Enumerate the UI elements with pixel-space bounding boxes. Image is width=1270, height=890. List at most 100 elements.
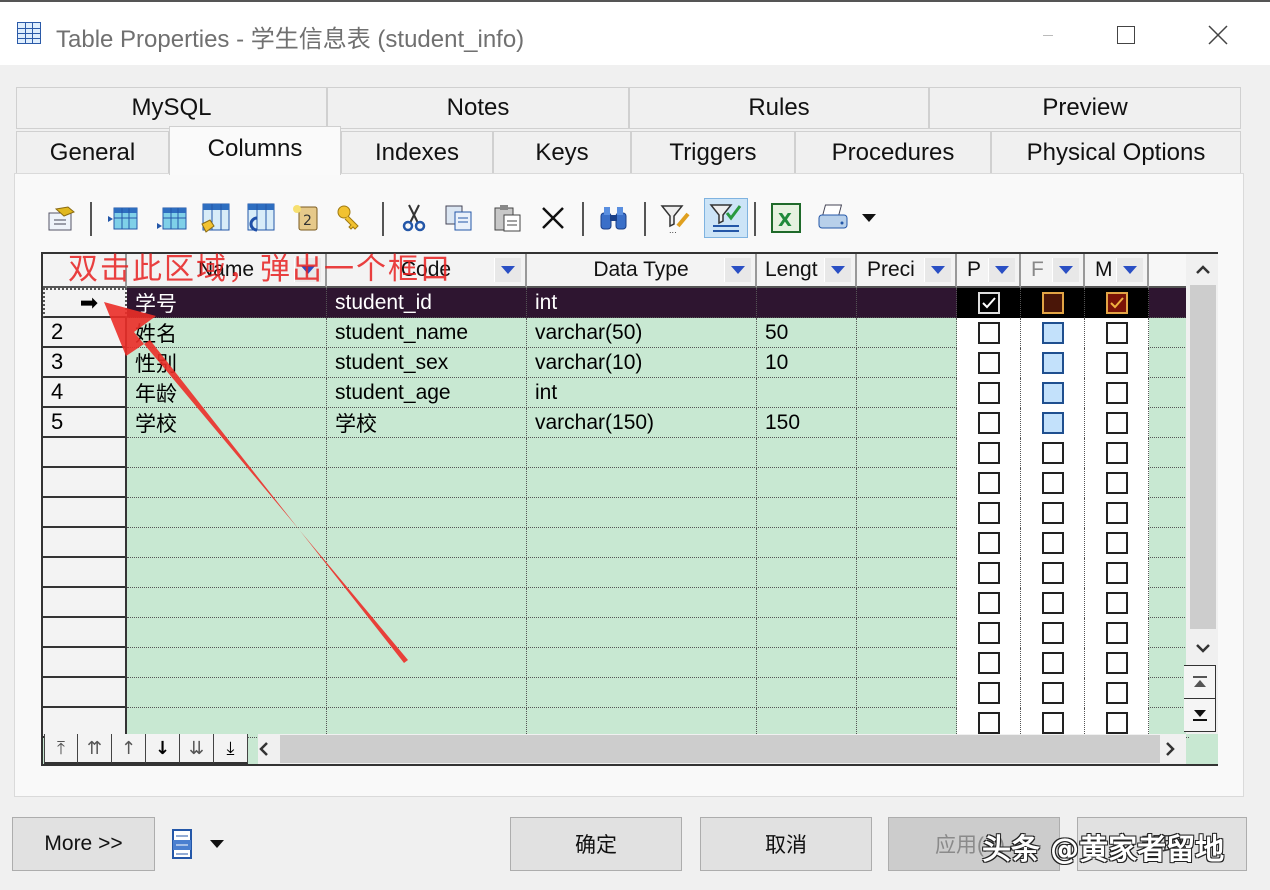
tab-notes[interactable]: Notes bbox=[327, 87, 629, 129]
tab-general[interactable]: General bbox=[16, 131, 169, 175]
checkbox-f[interactable] bbox=[1041, 682, 1064, 704]
cell-code[interactable] bbox=[327, 438, 527, 468]
maximize-button[interactable] bbox=[1103, 12, 1149, 58]
checkbox-f[interactable] bbox=[1041, 472, 1064, 494]
cell-length[interactable]: 150 bbox=[757, 408, 857, 438]
checkbox-f[interactable] bbox=[1041, 352, 1064, 374]
chevron-down-icon[interactable] bbox=[988, 258, 1015, 282]
row-header[interactable] bbox=[43, 438, 127, 468]
checkbox-m[interactable] bbox=[1105, 322, 1128, 344]
empty-table-row[interactable] bbox=[127, 558, 1189, 588]
add-columns-button[interactable] bbox=[200, 200, 232, 236]
filter-apply-button[interactable] bbox=[704, 198, 748, 238]
tab-physical-options[interactable]: Physical Options bbox=[991, 131, 1241, 175]
table-row[interactable]: 学号 student_id int bbox=[127, 288, 1189, 318]
cell-precision[interactable] bbox=[857, 528, 957, 558]
toolbar-dropdown[interactable] bbox=[857, 200, 881, 236]
cell-precision[interactable] bbox=[857, 378, 957, 408]
cell-length[interactable]: 10 bbox=[757, 348, 857, 378]
empty-table-row[interactable] bbox=[127, 588, 1189, 618]
cell-precision[interactable] bbox=[857, 678, 957, 708]
find-button[interactable] bbox=[598, 200, 630, 236]
cell-name[interactable] bbox=[127, 558, 327, 588]
checkbox-f[interactable] bbox=[1041, 502, 1064, 524]
paste-button[interactable] bbox=[492, 200, 524, 236]
cell-type[interactable] bbox=[527, 558, 757, 588]
insert-row-button[interactable] bbox=[107, 200, 139, 236]
column-header-foreign[interactable]: F bbox=[1021, 254, 1085, 288]
column-header-primary[interactable]: P bbox=[957, 254, 1021, 288]
cell-name[interactable]: 年龄 bbox=[127, 378, 327, 408]
checkbox-p[interactable] bbox=[977, 562, 1000, 584]
checkbox-m[interactable] bbox=[1105, 412, 1128, 434]
move-bottom-button[interactable]: ⤓ bbox=[214, 734, 248, 764]
row-header[interactable]: ➡ bbox=[43, 288, 127, 318]
row-header[interactable] bbox=[43, 588, 127, 618]
checkbox-m[interactable] bbox=[1105, 532, 1128, 554]
column-header-data-type[interactable]: Data Type bbox=[527, 254, 757, 288]
row-header[interactable] bbox=[43, 618, 127, 648]
cell-code[interactable] bbox=[327, 528, 527, 558]
checkbox-p[interactable] bbox=[977, 352, 1000, 374]
cell-length[interactable]: 50 bbox=[757, 318, 857, 348]
scroll-bottom-button[interactable] bbox=[1184, 698, 1216, 732]
checkbox-p[interactable] bbox=[977, 682, 1000, 704]
chevron-down-icon[interactable] bbox=[724, 258, 751, 282]
cell-length[interactable] bbox=[757, 528, 857, 558]
checkbox-f[interactable] bbox=[1041, 622, 1064, 644]
cut-button[interactable] bbox=[398, 200, 430, 236]
cell-precision[interactable] bbox=[857, 648, 957, 678]
checkbox-f[interactable] bbox=[1041, 562, 1064, 584]
cell-length[interactable] bbox=[757, 588, 857, 618]
copy-button[interactable] bbox=[443, 200, 475, 236]
cell-code[interactable] bbox=[327, 498, 527, 528]
cell-name[interactable]: 姓名 bbox=[127, 318, 327, 348]
move-page-down-button[interactable]: ⇊ bbox=[180, 734, 214, 764]
empty-table-row[interactable] bbox=[127, 528, 1189, 558]
checkbox-f[interactable] bbox=[1041, 292, 1064, 314]
row-header[interactable] bbox=[43, 468, 127, 498]
cell-type[interactable] bbox=[527, 618, 757, 648]
checkbox-p[interactable] bbox=[977, 622, 1000, 644]
cell-type[interactable]: int bbox=[527, 378, 757, 408]
cell-name[interactable] bbox=[127, 588, 327, 618]
column-header-code[interactable]: Code bbox=[327, 254, 527, 288]
empty-table-row[interactable] bbox=[127, 618, 1189, 648]
tab-procedures[interactable]: Procedures bbox=[795, 131, 991, 175]
cell-type[interactable]: varchar(10) bbox=[527, 348, 757, 378]
add-domain-button[interactable]: 2 bbox=[290, 200, 322, 236]
column-header-precision[interactable]: Preci bbox=[857, 254, 957, 288]
cell-code[interactable]: student_sex bbox=[327, 348, 527, 378]
row-header[interactable] bbox=[43, 678, 127, 708]
cell-precision[interactable] bbox=[857, 588, 957, 618]
checkbox-m[interactable] bbox=[1105, 622, 1128, 644]
checkbox-p[interactable] bbox=[977, 592, 1000, 614]
cell-precision[interactable] bbox=[857, 408, 957, 438]
checkbox-f[interactable] bbox=[1041, 322, 1064, 344]
column-header-mandatory[interactable]: M bbox=[1085, 254, 1149, 288]
empty-table-row[interactable] bbox=[127, 648, 1189, 678]
chevron-down-icon[interactable] bbox=[924, 258, 951, 282]
cell-precision[interactable] bbox=[857, 498, 957, 528]
checkbox-p[interactable] bbox=[977, 532, 1000, 554]
table-row[interactable]: 学校 学校 varchar(150) 150 bbox=[127, 408, 1189, 438]
cancel-button[interactable]: 取消 bbox=[700, 817, 872, 871]
cell-length[interactable] bbox=[757, 288, 857, 318]
cell-name[interactable] bbox=[127, 468, 327, 498]
cell-name[interactable]: 学号 bbox=[127, 288, 327, 318]
row-header[interactable] bbox=[43, 648, 127, 678]
tab-columns[interactable]: Columns bbox=[169, 126, 341, 175]
empty-table-row[interactable] bbox=[127, 678, 1189, 708]
checkbox-m[interactable] bbox=[1105, 652, 1128, 674]
checkbox-p[interactable] bbox=[977, 442, 1000, 464]
cell-code[interactable] bbox=[327, 468, 527, 498]
column-header-name[interactable]: Name bbox=[127, 254, 327, 288]
cell-name[interactable] bbox=[127, 498, 327, 528]
cell-name[interactable] bbox=[127, 618, 327, 648]
cell-precision[interactable] bbox=[857, 318, 957, 348]
minimize-button[interactable] bbox=[1025, 12, 1071, 58]
row-header[interactable]: 3 bbox=[43, 348, 127, 378]
cell-length[interactable] bbox=[757, 438, 857, 468]
row-header[interactable]: 2 bbox=[43, 318, 127, 348]
tab-indexes[interactable]: Indexes bbox=[341, 131, 493, 175]
